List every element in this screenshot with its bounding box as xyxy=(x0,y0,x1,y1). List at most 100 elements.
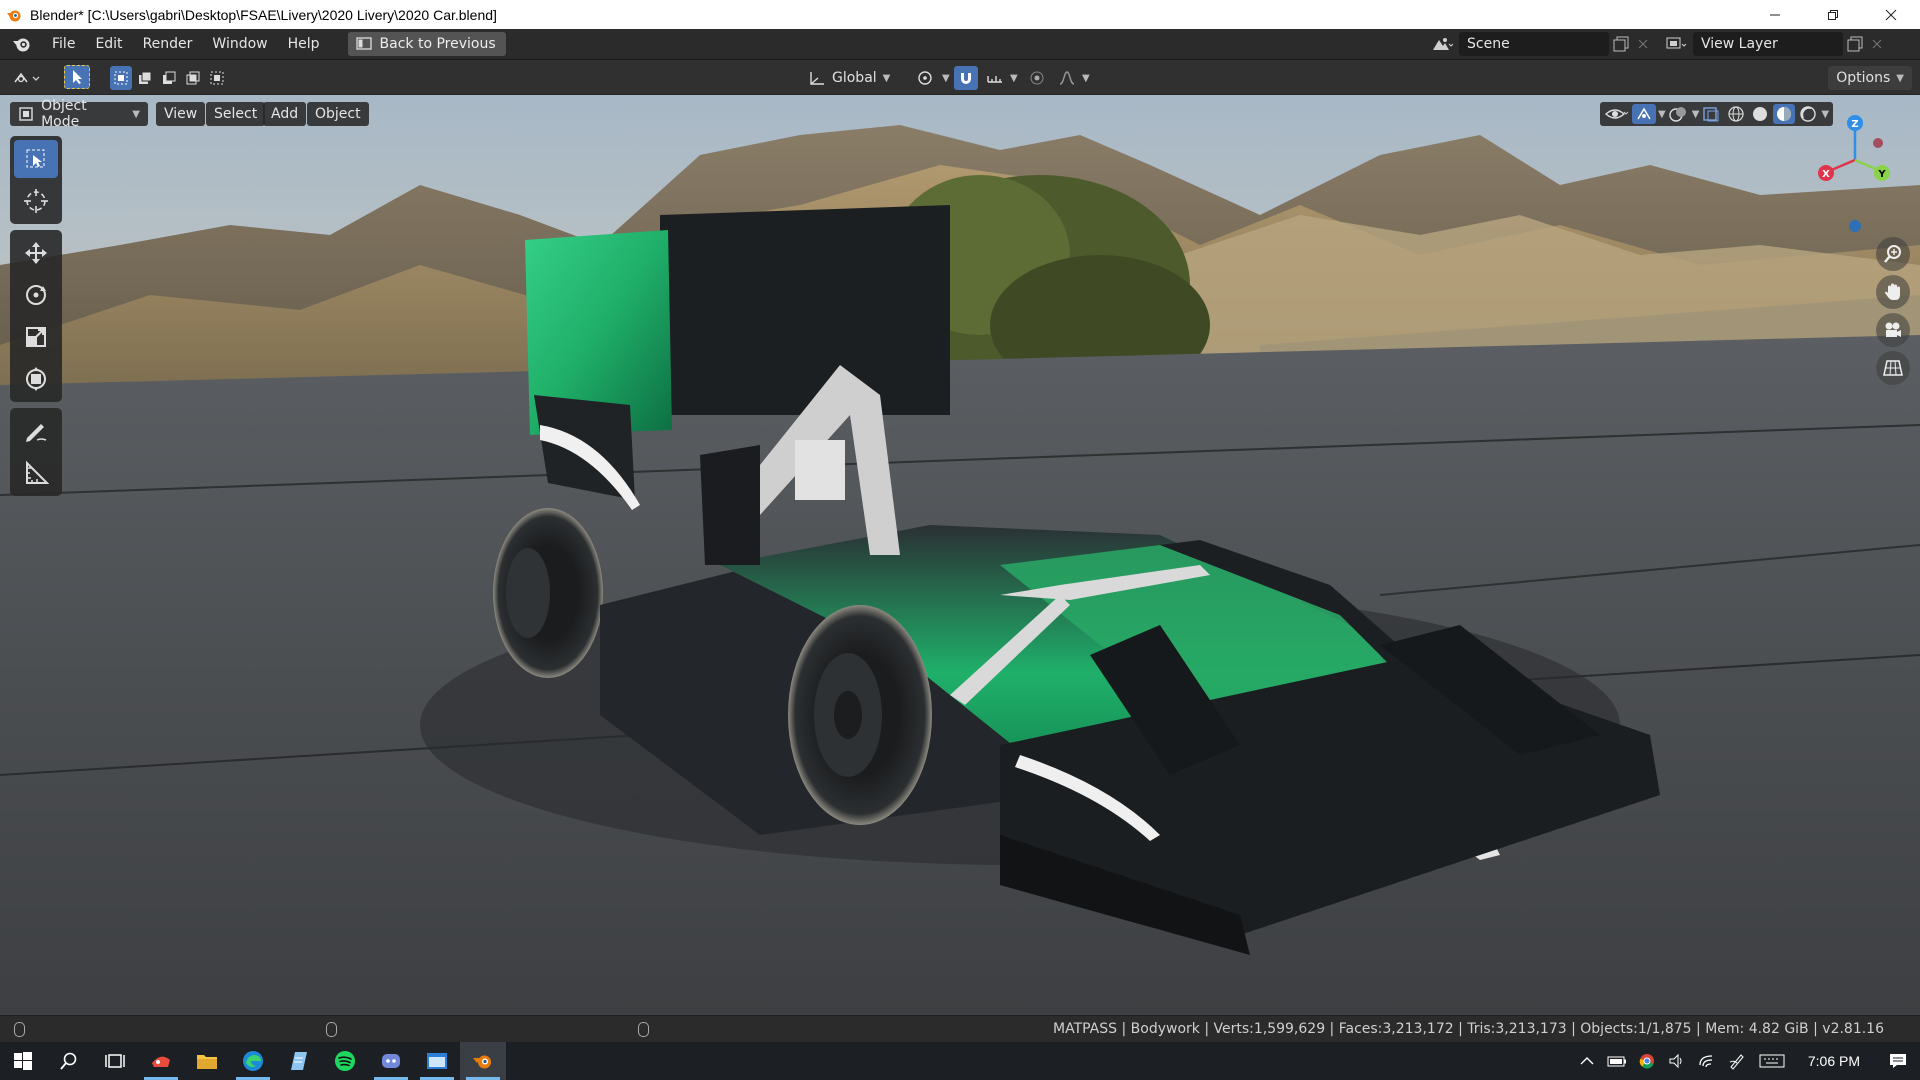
grid-perspective-icon xyxy=(1883,360,1903,376)
proportional-falloff-dropdown[interactable]: ▼ xyxy=(1050,66,1098,90)
view-layer-name-field[interactable]: View Layer xyxy=(1693,32,1843,56)
minimize-button[interactable] xyxy=(1746,0,1804,29)
tray-overflow-button[interactable] xyxy=(1572,1042,1602,1080)
tray-wifi[interactable] xyxy=(1692,1042,1722,1080)
scene-name-field[interactable]: Scene xyxy=(1459,32,1609,56)
eye-icon[interactable] xyxy=(1604,105,1630,123)
back-to-previous-button[interactable]: Back to Previous xyxy=(347,32,506,56)
menu-select[interactable]: Select xyxy=(206,102,266,126)
chevron-down-icon[interactable]: ▼ xyxy=(1658,109,1666,120)
tool-transform[interactable] xyxy=(10,358,62,400)
taskbar-file-explorer[interactable] xyxy=(184,1042,230,1080)
menu-file[interactable]: File xyxy=(42,29,85,60)
select-mode-subtract-button[interactable] xyxy=(158,66,180,90)
gizmo-neg-y-axis[interactable] xyxy=(1873,138,1883,148)
tool-select-box[interactable] xyxy=(10,138,62,180)
tray-pen[interactable] xyxy=(1722,1042,1752,1080)
chevron-down-icon: ▼ xyxy=(1010,72,1018,84)
menu-select-label: Select xyxy=(214,106,258,122)
new-view-layer-button[interactable] xyxy=(1843,32,1867,56)
pan-button[interactable] xyxy=(1876,275,1910,309)
3d-viewport[interactable]: Object Mode ▼ View Select Add Object ▼ ▼… xyxy=(0,95,1920,1015)
camera-icon xyxy=(1885,322,1901,337)
tray-chrome[interactable] xyxy=(1632,1042,1662,1080)
object-mode-icon xyxy=(19,107,33,121)
start-icon xyxy=(14,1052,32,1070)
menu-edit[interactable]: Edit xyxy=(85,29,132,60)
select-mode-intersect-button[interactable] xyxy=(206,66,228,90)
taskbar-notepad[interactable] xyxy=(276,1042,322,1080)
system-tray: 7:06 PM xyxy=(1572,1042,1920,1080)
blender-icon xyxy=(473,1055,491,1069)
menu-help[interactable]: Help xyxy=(278,29,330,60)
search-button[interactable] xyxy=(46,1042,92,1080)
delete-view-layer-button[interactable] xyxy=(1867,32,1887,56)
menu-object[interactable]: Object xyxy=(307,102,369,126)
tool-measure[interactable] xyxy=(10,452,62,494)
transform-tools xyxy=(10,230,62,402)
delete-scene-button[interactable] xyxy=(1633,32,1653,56)
zoom-button[interactable] xyxy=(1876,237,1910,271)
tool-scale[interactable] xyxy=(10,316,62,358)
gizmo-z-label: Z xyxy=(1851,119,1858,130)
wireframe-shading-icon[interactable] xyxy=(1725,105,1747,123)
clock[interactable]: 7:06 PM xyxy=(1792,1053,1876,1069)
editor-type-button[interactable] xyxy=(8,66,48,90)
snap-toggle-button[interactable] xyxy=(954,66,978,90)
scene-browse-button[interactable] xyxy=(1425,32,1459,56)
transform-orientation-dropdown[interactable]: Global ▼ xyxy=(800,66,898,90)
object-mode-dropdown[interactable]: Object Mode ▼ xyxy=(10,98,148,130)
overlays-icon[interactable] xyxy=(1668,105,1690,123)
speaker-icon xyxy=(1669,1053,1682,1069)
menu-render[interactable]: Render xyxy=(133,29,203,60)
new-scene-button[interactable] xyxy=(1609,32,1633,56)
tray-battery[interactable] xyxy=(1602,1042,1632,1080)
menu-add[interactable]: Add xyxy=(263,102,307,126)
perspective-toggle-button[interactable] xyxy=(1876,351,1910,385)
close-button[interactable] xyxy=(1862,0,1920,29)
gizmo-neg-z-axis[interactable] xyxy=(1849,220,1861,232)
select-mode-difference-button[interactable] xyxy=(182,66,204,90)
tool-move[interactable] xyxy=(10,232,62,274)
view-layer-browse-button[interactable] xyxy=(1659,32,1693,56)
select-tool-button[interactable] xyxy=(64,65,90,89)
select-mode-set-button[interactable] xyxy=(110,66,132,90)
taskbar-blender[interactable] xyxy=(460,1042,506,1080)
solid-shading-icon[interactable] xyxy=(1749,105,1771,123)
pivot-point-dropdown[interactable]: ▼ xyxy=(908,66,958,90)
restore-button[interactable] xyxy=(1804,0,1862,29)
taskbar-discord[interactable] xyxy=(368,1042,414,1080)
zoom-icon xyxy=(1884,245,1901,263)
taskbar-window-app[interactable] xyxy=(414,1042,460,1080)
tool-settings-header: Global ▼ ▼ ▼ ▼ Options ▼ xyxy=(0,60,1920,95)
blender-logo-icon[interactable] xyxy=(12,34,32,54)
notification-center-button[interactable] xyxy=(1876,1042,1920,1080)
taskbar-edge[interactable] xyxy=(230,1042,276,1080)
taskbar-app-1[interactable] xyxy=(138,1042,184,1080)
camera-view-button[interactable] xyxy=(1876,313,1910,347)
start-button[interactable] xyxy=(0,1042,46,1080)
tray-keyboard[interactable] xyxy=(1752,1042,1792,1080)
taskbar-spotify[interactable] xyxy=(322,1042,368,1080)
navigation-gizmo[interactable]: Z X Y xyxy=(1810,113,1900,198)
chevron-down-icon[interactable]: ▼ xyxy=(1692,109,1700,120)
xray-icon[interactable] xyxy=(1701,105,1723,123)
tool-annotate[interactable] xyxy=(10,410,62,452)
window-titlebar: Blender* [C:\Users\gabri\Desktop\FSAE\Li… xyxy=(0,0,1920,29)
tray-volume[interactable] xyxy=(1662,1042,1692,1080)
tool-rotate[interactable] xyxy=(10,274,62,316)
task-view-button[interactable] xyxy=(92,1042,138,1080)
options-dropdown[interactable]: Options ▼ xyxy=(1828,66,1912,90)
duplicate-icon xyxy=(1613,36,1629,52)
gizmo-toggle-button[interactable] xyxy=(1632,104,1656,124)
select-mode-extend-button[interactable] xyxy=(134,66,156,90)
tool-cursor[interactable] xyxy=(10,180,62,222)
chevron-up-icon xyxy=(1580,1057,1594,1065)
menu-window[interactable]: Window xyxy=(202,29,277,60)
material-preview-shading-button[interactable] xyxy=(1773,104,1796,124)
top-menubar: File Edit Render Window Help Back to Pre… xyxy=(0,29,1920,60)
menu-view[interactable]: View xyxy=(156,102,206,126)
proportional-editing-button[interactable] xyxy=(1026,66,1048,90)
menu-object-label: Object xyxy=(315,106,361,122)
snap-target-dropdown[interactable]: ▼ xyxy=(978,66,1026,90)
